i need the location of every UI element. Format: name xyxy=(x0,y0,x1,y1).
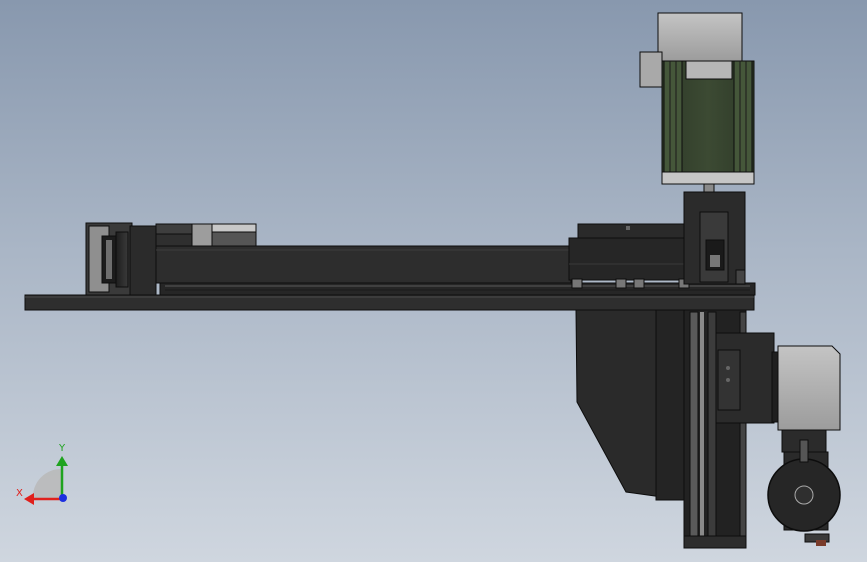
cad-viewport[interactable]: X Y xyxy=(0,0,867,562)
y-axis-arrowhead xyxy=(56,456,68,466)
x-axis-label: X xyxy=(16,488,23,499)
z-axis-dot xyxy=(59,494,67,502)
y-axis-label: Y xyxy=(59,443,66,454)
coordinate-triad xyxy=(24,456,68,505)
x-axis-arrowhead xyxy=(24,493,34,505)
